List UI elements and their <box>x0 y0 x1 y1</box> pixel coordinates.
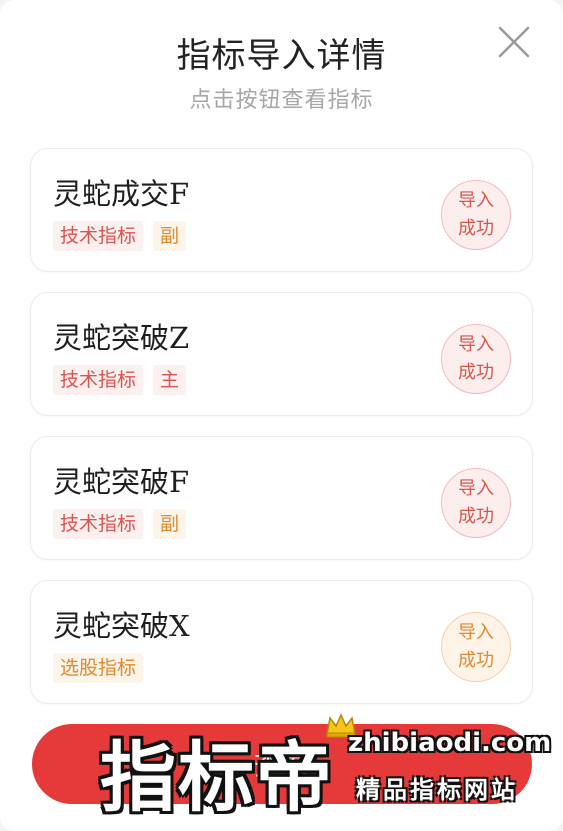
indicator-type-tag: 技术指标 <box>53 221 144 251</box>
indicator-type-tag: 技术指标 <box>53 509 144 539</box>
indicator-card[interactable]: 灵蛇突破Z 技术指标 主 导入 成功 <box>30 292 533 416</box>
indicator-tags: 技术指标 副 <box>53 221 187 251</box>
stamp-line-2: 成功 <box>458 362 494 383</box>
import-success-stamp: 导入 成功 <box>441 324 511 394</box>
indicator-card[interactable]: 灵蛇突破X 选股指标 导入 成功 <box>30 580 533 704</box>
close-icon <box>498 26 530 58</box>
indicator-card[interactable]: 灵蛇突破F 技术指标 副 导入 成功 <box>30 436 533 560</box>
indicator-window-tag: 副 <box>153 509 187 539</box>
view-indicators-button[interactable]: 查看 <box>32 724 532 804</box>
import-details-dialog: 指标导入详情 点击按钮查看指标 灵蛇成交F 技术指标 副 导入 成功 灵蛇突破Z <box>0 0 563 831</box>
indicator-type-tag: 技术指标 <box>53 365 144 395</box>
import-success-stamp: 导入 成功 <box>441 180 511 250</box>
stamp-line-2: 成功 <box>458 650 494 671</box>
indicator-tags: 技术指标 主 <box>53 365 187 395</box>
dialog-subtitle: 点击按钮查看指标 <box>189 88 374 113</box>
import-success-stamp: 导入 成功 <box>441 468 511 538</box>
import-success-stamp: 导入 成功 <box>441 612 511 682</box>
indicator-name: 灵蛇成交F <box>53 177 190 211</box>
indicator-list: 灵蛇成交F 技术指标 副 导入 成功 灵蛇突破Z 技术指标 主 导入 成功 灵蛇… <box>30 148 533 724</box>
indicator-name: 灵蛇突破X <box>53 609 190 643</box>
indicator-name: 灵蛇突破Z <box>53 321 190 355</box>
indicator-window-tag: 主 <box>153 365 187 395</box>
close-button[interactable] <box>492 20 536 64</box>
indicator-window-tag: 副 <box>153 221 187 251</box>
indicator-type-tag: 选股指标 <box>53 653 144 683</box>
indicator-tags: 技术指标 副 <box>53 509 187 539</box>
stamp-line-1: 导入 <box>458 622 494 643</box>
view-button-label: 查看 <box>253 749 310 782</box>
stamp-line-1: 导入 <box>458 478 494 499</box>
dialog-header: 指标导入详情 点击按钮查看指标 <box>0 0 563 120</box>
indicator-card[interactable]: 灵蛇成交F 技术指标 副 导入 成功 <box>30 148 533 272</box>
stamp-line-2: 成功 <box>458 506 494 527</box>
stamp-line-2: 成功 <box>458 218 494 239</box>
dialog-title: 指标导入详情 <box>176 36 387 76</box>
indicator-name: 灵蛇突破F <box>53 465 190 499</box>
stamp-line-1: 导入 <box>458 334 494 355</box>
stamp-line-1: 导入 <box>458 190 494 211</box>
indicator-tags: 选股指标 <box>53 653 144 683</box>
